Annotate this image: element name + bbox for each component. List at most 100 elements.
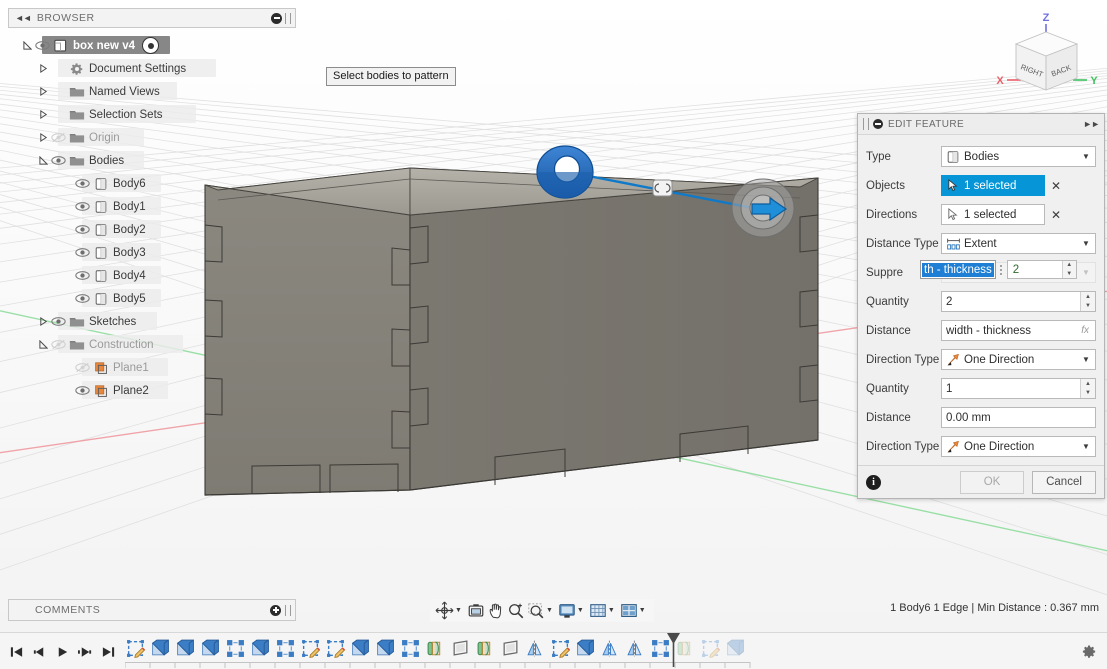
chevron-down-icon[interactable]: ▼ (545, 607, 556, 614)
chevron-down-icon[interactable]: ▼ (1080, 268, 1092, 277)
expression-text-field[interactable]: th - thickness (920, 260, 996, 279)
panel-resize-grip[interactable] (285, 12, 291, 24)
timeline-feature-extrude[interactable] (573, 636, 598, 660)
spinner-value[interactable]: 2 (946, 296, 1080, 308)
selection-button-objects[interactable]: 1 selected (941, 175, 1045, 196)
eye-hidden-icon[interactable] (50, 131, 67, 145)
browser-item-body3[interactable]: Body3 (8, 241, 296, 264)
timeline-track[interactable] (123, 633, 1071, 669)
eye-visible-icon[interactable] (74, 384, 91, 398)
timeline-feature-mirror[interactable] (523, 636, 548, 660)
input-distance-0-00-mm[interactable]: 0.00 mm (941, 407, 1096, 428)
eye-hidden-icon[interactable] (50, 338, 67, 352)
chevron-down-icon[interactable]: ▼ (1080, 355, 1092, 364)
browser-tree[interactable]: box new v4 Document Settings Named Views Se… (8, 34, 296, 402)
browser-item-body6[interactable]: Body6 (8, 172, 296, 195)
look-at-icon[interactable] (466, 599, 486, 622)
dialog-options-icon[interactable] (873, 119, 883, 129)
spinner-arrows[interactable]: ▲ ▼ (1080, 379, 1095, 398)
timeline-feature-sketch-edit[interactable] (548, 636, 573, 660)
chevron-collapsed-icon[interactable] (36, 131, 50, 145)
chevron-collapsed-icon[interactable] (36, 108, 50, 122)
add-comment-icon[interactable] (270, 604, 281, 616)
orbit-icon[interactable]: ▼ (434, 599, 466, 622)
expand-right-icon[interactable]: ►► (1083, 119, 1100, 129)
ok-button[interactable]: OK (960, 470, 1024, 494)
browser-item-origin[interactable]: Origin (8, 126, 296, 149)
dropdown-distance-type-extent[interactable]: Extent ▼ (941, 233, 1096, 254)
eye-visible-icon[interactable] (50, 315, 67, 329)
browser-item-document-settings[interactable]: Document Settings (8, 57, 296, 80)
activate-component-radio[interactable] (142, 37, 159, 54)
timeline-feature-extrude[interactable] (723, 636, 748, 660)
timeline-feature-mirror[interactable] (623, 636, 648, 660)
browser-item-body2[interactable]: Body2 (8, 218, 296, 241)
pan-icon[interactable] (486, 599, 506, 622)
inline-spinner-value[interactable]: 2 (1013, 264, 1062, 276)
info-icon[interactable]: i (866, 474, 881, 490)
browser-item-body5[interactable]: Body5 (8, 287, 296, 310)
eye-visible-icon[interactable] (74, 269, 91, 283)
browser-item-body4[interactable]: Body4 (8, 264, 296, 287)
timeline-feature-extrude[interactable] (148, 636, 173, 660)
eye-visible-icon[interactable] (74, 292, 91, 306)
chevron-expanded-icon[interactable] (36, 154, 50, 168)
chevron-expanded-icon[interactable] (20, 39, 34, 53)
timeline-feature-extrude[interactable] (198, 636, 223, 660)
spinner-quantity-2[interactable]: 2 ▲ ▼ (941, 291, 1096, 312)
spinner-arrows[interactable]: ▲ ▼ (1080, 292, 1095, 311)
timeline-playhead-marker[interactable] (666, 633, 680, 667)
cancel-button[interactable]: Cancel (1032, 470, 1096, 494)
play-icon[interactable] (54, 643, 71, 661)
chevron-down-icon[interactable]: ▼ (1080, 152, 1092, 161)
chevron-down-icon[interactable]: ▼ (1080, 442, 1092, 451)
chevron-down-icon[interactable]: ▼ (638, 607, 649, 614)
skip-end-icon[interactable] (100, 643, 117, 661)
eye-visible-icon[interactable] (34, 39, 51, 53)
browser-header[interactable]: ◄◄ BROWSER (8, 8, 296, 28)
eye-visible-icon[interactable] (74, 223, 91, 237)
timeline-feature-combine[interactable] (423, 636, 448, 660)
grid-snaps-icon[interactable]: ▼ (588, 599, 619, 622)
timeline-feature-pattern[interactable] (273, 636, 298, 660)
display-settings-icon[interactable]: ▼ (557, 599, 588, 622)
timeline-settings-gear-icon[interactable] (1071, 633, 1107, 669)
eye-visible-icon[interactable] (74, 200, 91, 214)
timeline-feature-plane[interactable] (448, 636, 473, 660)
browser-item-plane2[interactable]: Plane2 (8, 379, 296, 402)
chevron-down-icon[interactable]: ▼ (607, 607, 618, 614)
timeline-feature-combine[interactable] (473, 636, 498, 660)
timeline-playback-controls[interactable] (0, 633, 123, 667)
dialog-grip[interactable] (863, 118, 869, 130)
panel-options-icon[interactable] (271, 12, 282, 24)
timeline-feature-sketch-edit[interactable] (298, 636, 323, 660)
comments-panel[interactable]: COMMENTS (8, 599, 296, 621)
inline-spinner-arrows[interactable]: ▲ ▼ (1061, 261, 1076, 278)
zoom-icon[interactable] (506, 599, 526, 622)
drag-handle-icon[interactable] (996, 260, 1007, 279)
viewports-icon[interactable]: ▼ (619, 599, 650, 622)
timeline-feature-extrude[interactable] (348, 636, 373, 660)
input-value[interactable]: width - thickness (946, 325, 1081, 337)
timeline-feature-pattern[interactable] (398, 636, 423, 660)
browser-item-named-views[interactable]: Named Views (8, 80, 296, 103)
timeline-feature-sketch-edit[interactable] (123, 636, 148, 660)
step-back-icon[interactable] (31, 643, 48, 661)
chevron-collapsed-icon[interactable] (36, 315, 50, 329)
chevron-down-icon[interactable]: ▼ (454, 607, 465, 614)
inline-expression-editor[interactable]: th - thickness 2 ▲ ▼ (920, 260, 1077, 279)
inline-spinner[interactable]: 2 ▲ ▼ (1006, 260, 1077, 279)
eye-visible-icon[interactable] (74, 246, 91, 260)
comments-resize-grip[interactable] (285, 604, 291, 616)
browser-panel[interactable]: ◄◄ BROWSER box new v4 Document Settings Na… (8, 8, 296, 402)
eye-visible-icon[interactable] (74, 177, 91, 191)
browser-item-bodies[interactable]: Bodies (8, 149, 296, 172)
spinner-value[interactable]: 1 (946, 383, 1080, 395)
timeline-feature-extrude[interactable] (173, 636, 198, 660)
browser-item-construction[interactable]: Construction (8, 333, 296, 356)
clear-selection-directions-icon[interactable]: ✕ (1045, 208, 1067, 222)
chevron-down-icon[interactable]: ▼ (576, 607, 587, 614)
browser-item-box-new-v4[interactable]: box new v4 (8, 34, 296, 57)
input-value[interactable]: 0.00 mm (946, 412, 1091, 424)
skip-start-icon[interactable] (8, 643, 25, 661)
